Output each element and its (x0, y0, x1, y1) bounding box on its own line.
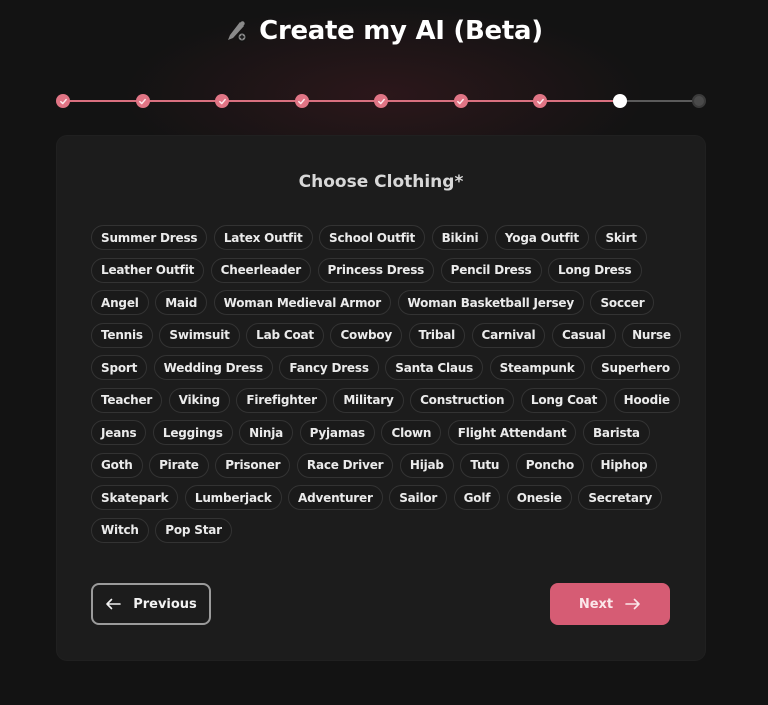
clothing-option-chip[interactable]: Tutu (460, 452, 510, 478)
clothing-option-chip[interactable]: Cowboy (330, 322, 403, 348)
check-icon (59, 98, 67, 104)
clothing-option-chip[interactable]: Prisoner (215, 452, 291, 478)
clothing-option-chip[interactable]: Race Driver (296, 452, 394, 478)
clothing-option-chip[interactable]: Hiphop (590, 452, 658, 478)
step-connector (63, 100, 143, 102)
pencil-plus-icon (225, 19, 249, 43)
page-title: Create my AI (Beta) (259, 16, 543, 46)
check-icon (457, 98, 464, 104)
clothing-option-chip[interactable]: Construction (410, 387, 515, 413)
step-indicator-current (612, 94, 627, 108)
clothing-option-chip[interactable]: Golf (453, 485, 501, 510)
step-connector (460, 100, 540, 102)
clothing-option-chip[interactable]: Goth (91, 452, 143, 478)
clothing-option-chip[interactable]: Sport (91, 355, 148, 380)
arrow-left-icon (106, 598, 121, 610)
check-icon (536, 98, 544, 104)
clothing-option-chip[interactable]: Flight Attendant (447, 420, 577, 445)
clothing-option-chip[interactable]: Clown (381, 420, 442, 445)
clothing-option-chip[interactable]: Angel (91, 290, 149, 315)
clothing-option-chip[interactable]: Latex Outfit (213, 225, 313, 250)
clothing-option-chip[interactable]: Maid (155, 290, 208, 315)
clothing-option-chip[interactable]: Woman Basketball Jersey (397, 290, 584, 315)
check-icon (377, 98, 385, 104)
clothing-option-chip[interactable]: Skirt (595, 225, 647, 250)
clothing-option-chip[interactable]: Adventurer (288, 485, 383, 510)
clothing-option-chip[interactable]: Onesie (506, 485, 572, 510)
clothing-option-chip[interactable]: Carnival (471, 322, 546, 348)
clothing-option-chip[interactable]: Barista (582, 420, 650, 445)
clothing-option-chip[interactable]: Hijab (399, 452, 454, 478)
step-indicator-done (56, 94, 70, 108)
previous-label: Previous (133, 596, 197, 612)
clothing-option-chip[interactable]: Leather Outfit (91, 257, 205, 283)
previous-button[interactable]: Previous (91, 583, 211, 625)
arrow-right-icon (625, 598, 640, 610)
clothing-option-chip[interactable]: Jeans (91, 420, 147, 445)
clothing-option-chip[interactable]: Superhero (591, 355, 680, 380)
clothing-option-chip[interactable]: Bikini (431, 225, 489, 250)
step-connector (619, 100, 699, 102)
clothing-option-chip[interactable]: Leggings (152, 420, 233, 445)
clothing-option-chip[interactable]: Tennis (91, 322, 153, 348)
page-header: Create my AI (Beta) (0, 16, 768, 46)
next-label: Next (578, 596, 614, 612)
clothing-option-chip[interactable]: Summer Dress (91, 225, 208, 250)
clothing-option-chip[interactable]: Cheerleader (210, 257, 311, 283)
clothing-option-chip[interactable]: Woman Medieval Armor (213, 290, 392, 315)
clothing-option-chip[interactable]: Steampunk (489, 355, 585, 380)
clothing-option-chip[interactable]: Pencil Dress (440, 257, 542, 283)
clothing-option-chip[interactable]: Firefighter (236, 387, 327, 413)
clothing-option-chip[interactable]: Swimsuit (159, 322, 240, 348)
step-connector (381, 100, 461, 102)
step-connector (301, 100, 381, 102)
clothing-option-chip[interactable]: Witch (91, 517, 149, 543)
clothing-option-chip[interactable]: Tribal (408, 322, 466, 348)
clothing-card: Choose Clothing* Summer Dress Latex Outfi… (57, 136, 705, 660)
clothing-option-chip[interactable]: Soccer (590, 290, 655, 315)
section-title: Choose Clothing* (298, 172, 464, 192)
step-indicator-done (374, 94, 388, 108)
clothing-option-chip[interactable]: Sailor (389, 485, 448, 510)
clothing-option-chip[interactable]: Pirate (149, 452, 209, 478)
step-connector (142, 100, 222, 102)
clothing-option-chip[interactable]: Pop Star (155, 517, 232, 543)
clothing-option-chip[interactable]: Hoodie (613, 387, 680, 413)
clothing-option-chip[interactable]: Viking (168, 387, 230, 413)
clothing-option-chip[interactable]: Pyjamas (299, 420, 375, 445)
step-indicator-todo (692, 94, 706, 108)
clothing-option-chip[interactable]: Ninja (239, 420, 294, 445)
clothing-option-chip[interactable]: Skatepark (91, 485, 179, 510)
step-indicator-done (294, 94, 309, 108)
clothing-option-chip[interactable]: Poncho (515, 452, 585, 478)
clothing-option-chip[interactable]: Secretary (578, 485, 663, 510)
clothing-option-chip[interactable]: Fancy Dress (279, 355, 379, 380)
clothing-option-chip[interactable]: Nurse (622, 322, 681, 348)
clothing-option-chip[interactable]: Princess Dress (317, 257, 435, 283)
clothing-option-chip[interactable]: Santa Claus (385, 355, 484, 380)
step-indicator-done (135, 94, 150, 108)
clothing-option-chip[interactable]: Yoga Outfit (494, 225, 589, 250)
clothing-option-chip[interactable]: Lumberjack (184, 485, 282, 510)
check-icon (218, 98, 226, 104)
clothing-option-chip[interactable]: Military (333, 387, 404, 413)
clothing-option-chip[interactable]: Wedding Dress (153, 355, 273, 380)
progress-stepper (56, 93, 706, 109)
step-connector (540, 100, 620, 102)
clothing-option-chip[interactable]: School Outfit (319, 225, 426, 250)
check-icon (139, 98, 146, 104)
clothing-option-chip[interactable]: Teacher (91, 387, 163, 413)
clothing-option-chip[interactable]: Long Dress (548, 257, 642, 283)
next-button[interactable]: Next (550, 583, 670, 625)
step-indicator-done (453, 94, 468, 108)
clothing-option-chip[interactable]: Casual (551, 322, 616, 348)
clothing-options: Summer Dress Latex Outfit School Outfit Bik… (91, 225, 681, 543)
clothing-option-chip[interactable]: Long Coat (520, 387, 608, 413)
step-connector (222, 100, 302, 102)
step-indicator-done (215, 94, 229, 108)
clothing-option-chip[interactable]: Lab Coat (246, 322, 324, 348)
check-icon (298, 98, 305, 104)
step-indicator-done (533, 94, 547, 108)
